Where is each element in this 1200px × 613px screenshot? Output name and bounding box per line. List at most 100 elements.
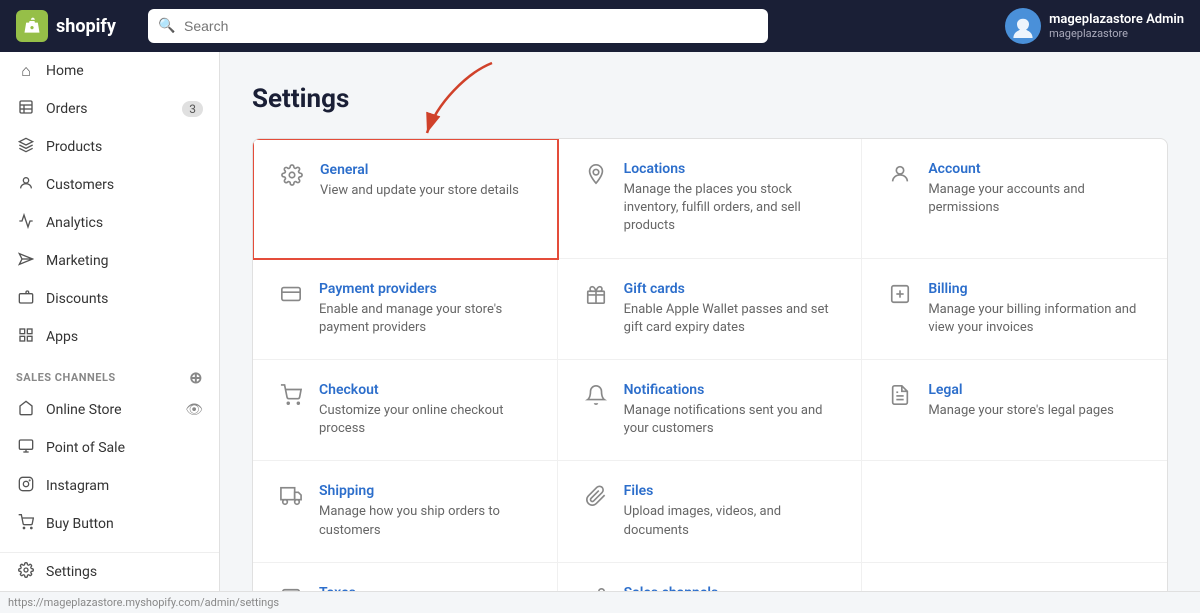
buy-button-icon <box>16 514 36 534</box>
sidebar-item-discounts[interactable]: Discounts <box>0 280 219 318</box>
general-desc: View and update your store details <box>320 182 519 200</box>
analytics-icon <box>16 213 36 233</box>
settings-item-account[interactable]: Account Manage your accounts and permiss… <box>862 139 1167 259</box>
settings-item-gift-cards[interactable]: Gift cards Enable Apple Wallet passes an… <box>558 259 863 360</box>
locations-icon <box>582 163 610 191</box>
instagram-icon <box>16 476 36 496</box>
locations-title: Locations <box>624 161 838 177</box>
settings-item-taxes[interactable]: Taxes Manage how your store charges taxe… <box>253 563 558 591</box>
payment-providers-icon <box>277 283 305 311</box>
account-desc: Manage your accounts and permissions <box>928 181 1143 217</box>
sales-channels-title: Sales channels <box>624 585 838 591</box>
shipping-text: Shipping Manage how you ship orders to c… <box>319 483 533 539</box>
billing-text: Billing Manage your billing information … <box>928 281 1143 337</box>
payment-providers-text: Payment providers Enable and manage your… <box>319 281 533 337</box>
sidebar-label-marketing: Marketing <box>46 253 109 269</box>
sidebar-label-settings: Settings <box>46 564 97 580</box>
locations-text: Locations Manage the places you stock in… <box>624 161 838 236</box>
shopify-bag-icon <box>16 10 48 42</box>
sales-channels-title: SALES CHANNELS <box>16 371 116 384</box>
settings-item-sales-channels[interactable]: Sales channels Manage the channels you u… <box>558 563 863 591</box>
add-sales-channel-icon[interactable]: ⊕ <box>189 368 203 387</box>
sidebar-label-orders: Orders <box>46 101 88 117</box>
locations-desc: Manage the places you stock inventory, f… <box>624 181 838 236</box>
sales-channels-text: Sales channels Manage the channels you u… <box>624 585 838 591</box>
eye-icon[interactable]: 👁 <box>185 402 203 418</box>
checkout-title: Checkout <box>319 382 533 398</box>
shipping-icon <box>277 485 305 513</box>
shipping-desc: Manage how you ship orders to customers <box>319 503 533 539</box>
sidebar-label-buy-button: Buy Button <box>46 516 114 532</box>
checkout-text: Checkout Customize your online checkout … <box>319 382 533 438</box>
account-title: Account <box>928 161 1143 177</box>
general-title: General <box>320 162 519 178</box>
sidebar-item-customers[interactable]: Customers <box>0 166 219 204</box>
account-text: Account Manage your accounts and permiss… <box>928 161 1143 217</box>
general-text: General View and update your store detai… <box>320 162 519 200</box>
status-url: https://mageplazastore.myshopify.com/adm… <box>8 596 279 609</box>
sidebar: ⌂ Home Orders 3 Products Custom <box>0 52 220 591</box>
settings-item-shipping[interactable]: Shipping Manage how you ship orders to c… <box>253 461 558 562</box>
settings-item-checkout[interactable]: Checkout Customize your online checkout … <box>253 360 558 461</box>
search-bar[interactable]: 🔍 <box>148 9 768 43</box>
files-icon <box>582 485 610 513</box>
payment-providers-desc: Enable and manage your store's payment p… <box>319 301 533 337</box>
sidebar-item-products[interactable]: Products <box>0 128 219 166</box>
layout: ⌂ Home Orders 3 Products Custom <box>0 52 1200 591</box>
orders-icon <box>16 99 36 119</box>
settings-item-legal[interactable]: Legal Manage your store's legal pages <box>862 360 1167 461</box>
sidebar-item-analytics[interactable]: Analytics <box>0 204 219 242</box>
sidebar-footer: Settings <box>0 552 219 591</box>
sidebar-label-customers: Customers <box>46 177 114 193</box>
sidebar-label-point-of-sale: Point of Sale <box>46 440 125 456</box>
point-of-sale-icon <box>16 438 36 458</box>
sidebar-item-online-store[interactable]: Online Store 👁 <box>0 391 219 429</box>
general-icon <box>278 164 306 192</box>
notifications-desc: Manage notifications sent you and your c… <box>624 402 838 438</box>
shopify-logo[interactable]: shopify <box>16 10 136 42</box>
user-menu[interactable]: mageplazastore Admin mageplazastore <box>1005 8 1184 44</box>
orders-badge: 3 <box>182 101 203 117</box>
online-store-icon <box>16 400 36 420</box>
sidebar-item-instagram[interactable]: Instagram <box>0 467 219 505</box>
products-icon <box>16 137 36 157</box>
sidebar-label-analytics: Analytics <box>46 215 103 231</box>
sidebar-item-point-of-sale[interactable]: Point of Sale <box>0 429 219 467</box>
notifications-title: Notifications <box>624 382 838 398</box>
user-info: mageplazastore Admin mageplazastore <box>1049 12 1184 40</box>
files-text: Files Upload images, videos, and documen… <box>624 483 838 539</box>
sidebar-label-apps: Apps <box>46 329 78 345</box>
taxes-title: Taxes <box>319 585 533 591</box>
sales-channels-section: SALES CHANNELS ⊕ <box>0 356 219 391</box>
settings-item-locations[interactable]: Locations Manage the places you stock in… <box>558 139 863 259</box>
customers-icon <box>16 175 36 195</box>
settings-item-billing[interactable]: Billing Manage your billing information … <box>862 259 1167 360</box>
sidebar-item-settings[interactable]: Settings <box>0 553 219 591</box>
search-input[interactable] <box>148 9 768 43</box>
sidebar-item-home[interactable]: ⌂ Home <box>0 52 219 90</box>
files-title: Files <box>624 483 838 499</box>
sidebar-item-apps[interactable]: Apps <box>0 318 219 356</box>
search-icon: 🔍 <box>158 18 175 34</box>
billing-title: Billing <box>928 281 1143 297</box>
sidebar-item-marketing[interactable]: Marketing <box>0 242 219 280</box>
settings-item-general[interactable]: General View and update your store detai… <box>252 138 559 260</box>
sales-channels-icon <box>582 587 610 591</box>
settings-item-empty1 <box>862 461 1167 562</box>
user-store: mageplazastore <box>1049 27 1128 40</box>
settings-item-notifications[interactable]: Notifications Manage notifications sent … <box>558 360 863 461</box>
notifications-icon <box>582 384 610 412</box>
gift-cards-icon <box>582 283 610 311</box>
checkout-icon <box>277 384 305 412</box>
user-name: mageplazastore Admin <box>1049 12 1184 27</box>
legal-text: Legal Manage your store's legal pages <box>928 382 1113 420</box>
settings-item-files[interactable]: Files Upload images, videos, and documen… <box>558 461 863 562</box>
settings-item-payment-providers[interactable]: Payment providers Enable and manage your… <box>253 259 558 360</box>
billing-icon <box>886 283 914 311</box>
sidebar-item-buy-button[interactable]: Buy Button <box>0 505 219 543</box>
sidebar-item-orders[interactable]: Orders 3 <box>0 90 219 128</box>
gift-cards-text: Gift cards Enable Apple Wallet passes an… <box>624 281 838 337</box>
main-content: Settings General View and update your st… <box>220 52 1200 591</box>
account-icon <box>886 163 914 191</box>
sidebar-label-home: Home <box>46 63 84 79</box>
